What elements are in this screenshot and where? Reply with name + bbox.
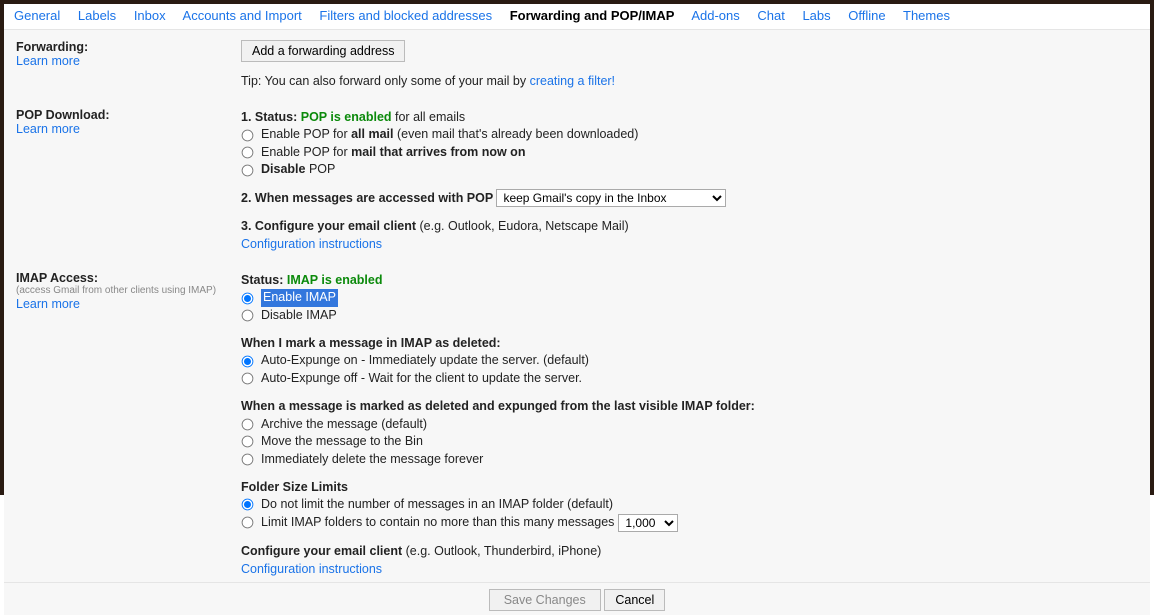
imap-delete-forever-label: Immediately delete the message forever <box>261 451 483 469</box>
pop-configure-suffix: (e.g. Outlook, Eudora, Netscape Mail) <box>416 219 629 233</box>
pop-enable-all-prefix: Enable POP for <box>261 127 351 141</box>
imap-title: IMAP Access: <box>16 271 241 285</box>
imap-limit-label: Limit IMAP folders to contain no more th… <box>261 514 614 532</box>
tab-general[interactable]: General <box>14 8 60 23</box>
imap-nolimit-radio[interactable] <box>242 499 254 511</box>
tab-labs[interactable]: Labs <box>802 8 830 23</box>
forwarding-tip-text: Tip: You can also forward only some of y… <box>241 74 530 88</box>
pop-enable-all-suffix: (even mail that's already been downloade… <box>394 127 639 141</box>
imap-configure-prefix: Configure your email client <box>241 544 402 558</box>
tab-chat[interactable]: Chat <box>757 8 784 23</box>
pop-disable-prefix: Disable <box>261 162 305 176</box>
save-changes-button[interactable]: Save Changes <box>489 589 601 611</box>
pop-enable-all-bold: all mail <box>351 127 393 141</box>
imap-enable-radio[interactable] <box>242 292 254 304</box>
tab-labels[interactable]: Labels <box>78 8 116 23</box>
imap-archive-label: Archive the message (default) <box>261 416 427 434</box>
imap-deleted-heading: When I mark a message in IMAP as deleted… <box>241 334 1138 352</box>
pop-status-suffix: for all emails <box>392 110 466 124</box>
tab-accounts[interactable]: Accounts and Import <box>183 8 302 23</box>
forwarding-title: Forwarding: <box>16 40 241 54</box>
imap-disable-radio[interactable] <box>242 310 254 322</box>
section-pop: POP Download: Learn more 1. Status: POP … <box>4 104 1150 263</box>
imap-folder-heading: Folder Size Limits <box>241 478 1138 496</box>
pop-enable-now-bold: mail that arrives from now on <box>351 145 525 159</box>
tab-filters[interactable]: Filters and blocked addresses <box>319 8 492 23</box>
imap-limit-select[interactable]: 1,000 <box>618 514 678 532</box>
imap-learn-more-link[interactable]: Learn more <box>16 297 80 311</box>
imap-expunge-off-label: Auto-Expunge off - Wait for the client t… <box>261 370 582 388</box>
imap-expunge-on-radio[interactable] <box>242 355 254 367</box>
pop-status-label: 1. Status: <box>241 110 301 124</box>
add-forwarding-address-button[interactable]: Add a forwarding address <box>241 40 405 62</box>
tab-inbox[interactable]: Inbox <box>134 8 166 23</box>
imap-expunge-on-label: Auto-Expunge on - Immediately update the… <box>261 352 589 370</box>
imap-subtitle: (access Gmail from other clients using I… <box>16 285 241 297</box>
imap-move-bin-label: Move the message to the Bin <box>261 433 423 451</box>
imap-limit-radio[interactable] <box>242 517 254 529</box>
imap-expunged-heading: When a message is marked as deleted and … <box>241 397 1138 415</box>
settings-content: Forwarding: Learn more Add a forwarding … <box>4 30 1150 615</box>
settings-tabs: General Labels Inbox Accounts and Import… <box>4 4 1150 30</box>
pop-disable-suffix: POP <box>305 162 335 176</box>
pop-enable-all-radio[interactable] <box>242 129 254 141</box>
tab-offline[interactable]: Offline <box>848 8 885 23</box>
tab-themes[interactable]: Themes <box>903 8 950 23</box>
cancel-button[interactable]: Cancel <box>604 589 665 611</box>
pop-enable-now-prefix: Enable POP for <box>261 145 351 159</box>
section-forwarding: Forwarding: Learn more Add a forwarding … <box>4 36 1150 100</box>
section-imap: IMAP Access: (access Gmail from other cl… <box>4 267 1150 582</box>
tab-forwarding[interactable]: Forwarding and POP/IMAP <box>510 8 675 23</box>
imap-status-value: IMAP is enabled <box>287 273 383 287</box>
imap-archive-radio[interactable] <box>242 418 254 430</box>
imap-disable-label: Disable IMAP <box>261 307 337 325</box>
pop-access-label: 2. When messages are accessed with POP <box>241 191 496 205</box>
imap-config-instructions-link[interactable]: Configuration instructions <box>241 562 382 576</box>
tab-addons[interactable]: Add-ons <box>691 8 739 23</box>
pop-access-select[interactable]: keep Gmail's copy in the Inbox <box>496 189 726 207</box>
forwarding-learn-more-link[interactable]: Learn more <box>16 54 80 68</box>
footer: Save Changes Cancel <box>4 582 1150 615</box>
pop-learn-more-link[interactable]: Learn more <box>16 122 80 136</box>
imap-enable-label: Enable IMAP <box>261 289 338 307</box>
pop-enable-now-radio[interactable] <box>242 147 254 159</box>
imap-nolimit-label: Do not limit the number of messages in a… <box>261 496 613 514</box>
pop-status-value: POP is enabled <box>301 110 392 124</box>
pop-disable-radio[interactable] <box>242 164 254 176</box>
creating-filter-link[interactable]: creating a filter! <box>530 74 615 88</box>
imap-expunge-off-radio[interactable] <box>242 373 254 385</box>
imap-delete-forever-radio[interactable] <box>242 453 254 465</box>
imap-status-label: Status: <box>241 273 287 287</box>
pop-configure-prefix: 3. Configure your email client <box>241 219 416 233</box>
imap-move-bin-radio[interactable] <box>242 436 254 448</box>
pop-title: POP Download: <box>16 108 241 122</box>
pop-config-instructions-link[interactable]: Configuration instructions <box>241 237 382 251</box>
imap-configure-suffix: (e.g. Outlook, Thunderbird, iPhone) <box>402 544 601 558</box>
